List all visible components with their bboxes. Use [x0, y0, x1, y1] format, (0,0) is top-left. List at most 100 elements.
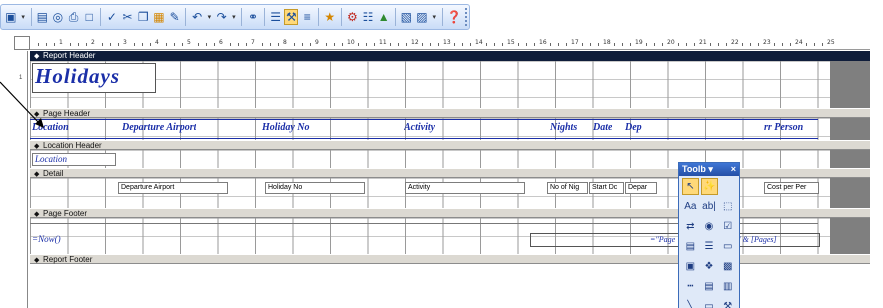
build-icon[interactable]: ▲	[377, 9, 391, 25]
save-icon[interactable]: ▤	[35, 9, 49, 25]
tab-control-icon[interactable]: ▤	[701, 278, 718, 295]
report-header-label: Report Header	[43, 51, 96, 60]
page-header-margin	[830, 118, 870, 140]
page-footer-bar[interactable]: ◆ Page Footer	[30, 208, 870, 218]
undo-dropdown-arrow[interactable]: ▾	[206, 13, 213, 21]
unbound-object-icon[interactable]: ❖	[701, 258, 718, 275]
detail-bar[interactable]: ◆ Detail	[30, 168, 870, 178]
activity-column-label[interactable]: Activity	[404, 122, 435, 133]
format-painter-icon[interactable]: ✎	[168, 9, 182, 25]
cost-per-person-field[interactable]: Cost per Per	[764, 182, 819, 194]
ruler-number: 6	[219, 39, 223, 46]
report-selector[interactable]	[14, 36, 30, 50]
view-dropdown-arrow[interactable]: ▾	[20, 13, 27, 21]
subform-icon[interactable]: ▥	[719, 278, 736, 295]
location-header-bar[interactable]: ◆ Location Header	[30, 140, 870, 150]
code-icon[interactable]: ⚙	[346, 9, 360, 25]
ruler-tick	[134, 43, 135, 46]
toolbox-title-bar[interactable]: Toolb ▾ ×	[679, 163, 739, 176]
report-footer-label: Report Footer	[43, 255, 93, 264]
line-icon[interactable]: ╲	[682, 298, 699, 308]
departure-airport-field[interactable]: Departure Airport	[118, 182, 228, 194]
location-field[interactable]: Location	[32, 153, 116, 166]
copy-icon[interactable]: ❐	[136, 9, 150, 25]
hyperlink-icon[interactable]: ⚭	[246, 9, 260, 25]
database-window-icon[interactable]: ▧	[399, 9, 413, 25]
date-column-label[interactable]: Date	[593, 122, 612, 133]
option-group-icon[interactable]: ⬚	[719, 198, 736, 215]
report-header-bar[interactable]: ◆ Report Header	[30, 51, 870, 61]
redo-icon[interactable]: ↷	[215, 9, 229, 25]
control-wizards-icon[interactable]: ✨	[701, 178, 718, 195]
ruler-tick	[110, 43, 111, 46]
page-number-control-outline[interactable]	[530, 233, 820, 247]
cut-icon[interactable]: ✂	[121, 9, 135, 25]
help-icon[interactable]: ❓	[447, 9, 462, 25]
start-date-field[interactable]: Start Dc	[589, 182, 624, 194]
departure-field[interactable]: Depar	[625, 182, 657, 194]
departure-airport-column-label[interactable]: Departure Airport	[122, 122, 196, 133]
holiday-no-field[interactable]: Holiday No	[265, 182, 365, 194]
command-button-icon[interactable]: ▭	[719, 238, 736, 255]
toolbar-options-grip[interactable]	[465, 8, 469, 26]
search-icon[interactable]: ◎	[51, 9, 65, 25]
toolbar-separator	[441, 8, 443, 26]
view-icon[interactable]: ▣	[4, 9, 18, 25]
toolbar-separator	[263, 8, 265, 26]
properties-icon[interactable]: ☷	[361, 9, 375, 25]
undo-icon[interactable]: ↶	[190, 9, 204, 25]
vertical-ruler-label: 1	[19, 75, 23, 81]
report-footer-bar[interactable]: ◆ Report Footer	[30, 254, 870, 264]
detail-label: Detail	[43, 169, 64, 178]
ruler-number: 21	[699, 39, 707, 46]
ruler-number: 18	[603, 39, 611, 46]
text-box-icon[interactable]: ab|	[701, 198, 718, 215]
option-button-icon[interactable]: ◉	[701, 218, 718, 235]
toolbar-separator	[340, 8, 342, 26]
bound-object-icon[interactable]: ▩	[719, 258, 736, 275]
activity-field[interactable]: Activity	[405, 182, 525, 194]
autoformat-icon[interactable]: ★	[323, 9, 337, 25]
toolbar-separator	[394, 8, 396, 26]
label-icon[interactable]: Aa	[682, 198, 699, 215]
toolbox-palette[interactable]: Toolb ▾ × ↖ ✨ Aa ab| ⬚ ⇄ ◉ ☑ ▤ ☰ ▭ ▣ ❖ ▩…	[678, 162, 740, 308]
close-icon[interactable]: ×	[731, 163, 736, 176]
toggle-button-icon[interactable]: ⇄	[682, 218, 699, 235]
print-icon[interactable]: ⎙	[67, 9, 81, 25]
page-break-icon[interactable]: ┅	[682, 278, 699, 295]
new-object-dropdown-arrow[interactable]: ▾	[431, 13, 438, 21]
sorting-grouping-icon[interactable]: ≡	[300, 9, 314, 25]
rectangle-icon[interactable]: ▭	[701, 298, 718, 308]
dep-column-label[interactable]: Dep	[625, 122, 642, 133]
check-box-icon[interactable]: ☑	[719, 218, 736, 235]
image-icon[interactable]: ▣	[682, 258, 699, 275]
holiday-no-column-label[interactable]: Holiday No	[262, 122, 310, 133]
select-objects-icon[interactable]: ↖	[682, 178, 699, 195]
now-expression-field[interactable]: =Now()	[32, 234, 61, 245]
redo-dropdown-arrow[interactable]: ▾	[231, 13, 238, 21]
report-title-label[interactable]: Holidays	[32, 63, 156, 93]
print-preview-icon[interactable]: □	[82, 9, 96, 25]
toolbar-separator	[30, 8, 32, 26]
toolbox-menu-icon[interactable]: ▾	[708, 164, 713, 174]
ruler-tick	[342, 43, 343, 46]
ruler-tick	[822, 43, 823, 46]
vertical-ruler[interactable]: 1	[14, 51, 28, 308]
page-header-bar[interactable]: ◆ Page Header	[30, 108, 870, 118]
toolbox-icon[interactable]: ⚒	[284, 9, 299, 25]
per-person-column-label[interactable]: rr Person	[764, 122, 803, 133]
combo-box-icon[interactable]: ▤	[682, 238, 699, 255]
field-list-icon[interactable]: ☰	[269, 9, 283, 25]
new-object-icon[interactable]: ▨	[415, 9, 429, 25]
spelling-icon[interactable]: ✓	[105, 9, 119, 25]
paste-icon[interactable]: ▦	[152, 9, 166, 25]
ruler-tick	[726, 43, 727, 46]
header-top-rule	[30, 119, 818, 120]
nights-column-label[interactable]: Nights	[550, 122, 577, 133]
location-column-label[interactable]: Location	[32, 122, 69, 133]
ruler-tick	[334, 43, 335, 46]
list-box-icon[interactable]: ☰	[701, 238, 718, 255]
more-controls-icon[interactable]: ⚒	[719, 298, 736, 308]
horizontal-ruler[interactable]: 1 2 3 4 5 6 7 8 9 10 11 12 13 14 15 16 17 18 19 20 21 22 23 24 2…	[30, 38, 870, 50]
no-of-nights-field[interactable]: No of Nig	[547, 182, 588, 194]
